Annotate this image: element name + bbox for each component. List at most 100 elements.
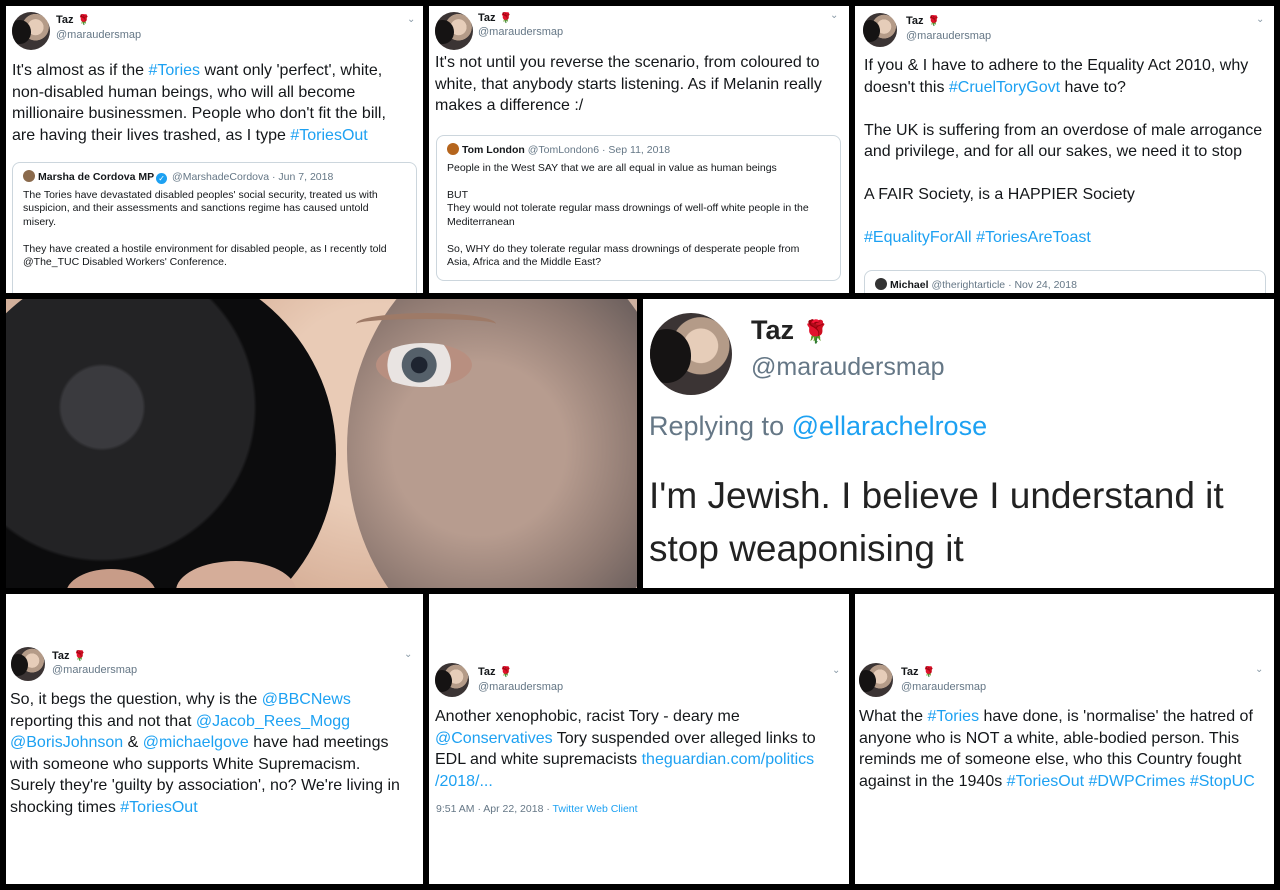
quote-line xyxy=(447,229,830,243)
tweet-line: #EqualityForAll #ToriesAreToast xyxy=(864,227,1262,249)
avatar[interactable] xyxy=(863,13,897,47)
hashtag-link[interactable]: @Conservatives xyxy=(435,730,553,747)
tweet-line xyxy=(864,98,1262,120)
verified-badge-icon: ✓ xyxy=(156,173,168,184)
avatar[interactable] xyxy=(859,663,893,697)
quoted-tweet[interactable]: Marsha de Cordova MP ✓ @MarshadeCordova ·… xyxy=(12,162,417,293)
tweet-text-segment: have done, is 'normalise' the hatred of xyxy=(979,708,1253,725)
chevron-down-icon[interactable]: ⌄ xyxy=(404,649,412,660)
quote-handle: @MarshadeCordova xyxy=(172,171,270,183)
hashtag-link[interactable]: @Jacob_Rees_Mogg xyxy=(196,713,350,730)
chevron-down-icon[interactable]: ⌄ xyxy=(407,14,415,25)
tweet-text-segment: The UK is suffering from an overdose of … xyxy=(864,121,1263,139)
tweet-line: and privilege, and for all our sakes, we… xyxy=(864,141,1262,163)
author-handle[interactable]: @maraudersmap xyxy=(478,26,563,38)
tweet-panel-6: Taz 🌹 @maraudersmap ⌄ What the #Tories ha… xyxy=(855,594,1274,884)
hashtag-link[interactable]: @BBCNews xyxy=(262,691,351,708)
author-handle[interactable]: @maraudersmap xyxy=(56,29,141,41)
hashtag-link[interactable]: #EqualityForAll xyxy=(864,229,972,246)
hashtag-link[interactable]: #ToriesAreToast xyxy=(976,229,1091,246)
avatar[interactable] xyxy=(435,12,473,50)
quote-line: @The_TUC Disabled Workers' Conference. xyxy=(23,256,227,268)
tweet-text-segment: reminds me of someone else, who this Cou… xyxy=(859,751,1242,768)
client-link[interactable]: Twitter Web Client xyxy=(553,803,638,815)
tweet-text-segment: non-disabled human beings, who will all … xyxy=(12,83,356,101)
tweet-line xyxy=(864,163,1262,185)
avatar[interactable] xyxy=(650,313,732,395)
tweet-panel-3: Taz 🌹 @maraudersmap ⌄ If you & I have to … xyxy=(855,6,1274,293)
author-name[interactable]: Taz 🌹 xyxy=(56,14,90,26)
hashtag-link[interactable]: @michaelgove xyxy=(143,734,249,751)
rose-icon: 🌹 xyxy=(499,13,512,24)
hashtag-link[interactable]: #DWPCrimes xyxy=(1089,773,1186,790)
tweet-text-segment: with someone who supports White Supremac… xyxy=(10,755,361,773)
hashtag-link[interactable]: theguardian.com/politics xyxy=(642,751,815,768)
tweet-line: Surely they're 'guilty by association', … xyxy=(10,775,400,797)
tweet-text: What the #Tories have done, is 'normalis… xyxy=(859,706,1255,792)
chevron-down-icon[interactable]: ⌄ xyxy=(1256,14,1264,25)
author-name[interactable]: Taz 🌹 xyxy=(478,12,512,24)
quoted-tweet[interactable]: Michael @therightarticle · Nov 24, 2018 xyxy=(864,270,1266,293)
tweet-text-segment: millionaire businessmen. People who don'… xyxy=(12,105,386,122)
tweet-panel-4: Taz 🌹 @maraudersmap ⌄ So, it begs the que… xyxy=(6,594,423,884)
tweet-line: millionaire businessmen. People who don'… xyxy=(12,103,386,125)
quote-line: Mediterranean xyxy=(447,215,515,228)
tweet-text-segment: It's not until you reverse the scenario,… xyxy=(435,54,820,71)
tweet-text-segment: EDL and white supremacists xyxy=(435,751,642,768)
tweet-line: white, that anybody starts listening. As… xyxy=(435,74,822,96)
quote-line: The Tories have devastated disabled peop… xyxy=(23,188,378,201)
tweet-line: makes a difference :/ xyxy=(435,95,822,117)
rose-icon: 🌹 xyxy=(73,651,86,662)
hashtag-link[interactable]: @BorisJohnson xyxy=(10,734,123,751)
tweet-line: /2018/... xyxy=(435,771,816,793)
hashtag-link[interactable]: #CruelToryGovt xyxy=(949,79,1060,96)
quote-line: People in the West SAY that we are all e… xyxy=(447,161,777,174)
avatar[interactable] xyxy=(11,647,45,681)
hashtag-link[interactable]: #ToriesOut xyxy=(120,799,197,816)
tweet-line: non-disabled human beings, who will all … xyxy=(12,82,386,104)
quoted-tweet[interactable]: Tom London @TomLondon6 · Sep 11, 2018 Pe… xyxy=(436,135,841,281)
author-handle[interactable]: @maraudersmap xyxy=(906,30,991,42)
zoomed-reply-tweet: Taz 🌹 @maraudersmap Replying to @ellarach… xyxy=(643,299,1274,588)
camera-lens-shape xyxy=(6,299,336,588)
tweet-text-segment: What the xyxy=(859,708,928,725)
quote-author-name: Marsha de Cordova MP xyxy=(38,171,155,183)
tweet-text-segment: Tory suspended over alleged links to xyxy=(552,729,816,747)
tweet-panel-5: Taz 🌹 @maraudersmap ⌄ Another xenophobic,… xyxy=(429,594,849,884)
tweet-line: @Conservatives Tory suspended over alleg… xyxy=(435,728,816,750)
tweet-text-segment: If you & I have to adhere to the Equalit… xyxy=(864,57,1249,74)
quote-avatar xyxy=(875,278,887,290)
quote-line: BUT xyxy=(447,188,468,201)
hashtag-link[interactable]: #ToriesOut xyxy=(290,127,367,144)
hashtag-link[interactable]: #StopUC xyxy=(1190,773,1255,790)
author-name[interactable]: Taz 🌹 xyxy=(901,666,935,678)
author-handle[interactable]: @maraudersmap xyxy=(901,681,986,693)
tweet-line: reporting this and not that @Jacob_Rees_… xyxy=(10,711,400,733)
tweet-line: The UK is suffering from an overdose of … xyxy=(864,120,1262,142)
author-name[interactable]: Taz 🌹 xyxy=(906,15,940,27)
hashtag-link[interactable]: #ToriesOut xyxy=(1007,773,1084,790)
tweet-line: EDL and white supremacists theguardian.c… xyxy=(435,749,816,771)
author-handle[interactable]: @maraudersmap xyxy=(52,664,137,676)
replying-to-link[interactable]: @ellarachelrose xyxy=(792,411,988,441)
avatar[interactable] xyxy=(435,663,469,697)
tweet-text-segment: have to? xyxy=(1060,78,1126,96)
hashtag-link[interactable]: /2018/... xyxy=(435,773,493,790)
rose-icon: 🌹 xyxy=(922,667,935,678)
author-name[interactable]: Taz 🌹 xyxy=(478,666,512,678)
author-name[interactable]: Taz 🌹 xyxy=(52,650,86,662)
chevron-down-icon[interactable]: ⌄ xyxy=(832,665,840,676)
tweet-text: Another xenophobic, racist Tory - deary … xyxy=(435,706,816,792)
hashtag-link[interactable]: #Tories xyxy=(927,708,979,725)
tweet-line: It's almost as if the #Tories want only … xyxy=(12,60,386,82)
author-name[interactable]: Taz 🌹 xyxy=(751,315,829,346)
hashtag-link[interactable]: #Tories xyxy=(148,62,200,79)
author-handle[interactable]: @maraudersmap xyxy=(478,681,563,693)
tweet-line: with someone who supports White Supremac… xyxy=(10,754,400,776)
quote-avatar xyxy=(447,143,459,155)
chevron-down-icon[interactable]: ⌄ xyxy=(1255,664,1263,675)
quote-handle: @therightarticle xyxy=(931,279,1006,291)
author-handle[interactable]: @maraudersmap xyxy=(751,353,945,382)
avatar[interactable] xyxy=(12,12,50,50)
chevron-down-icon[interactable]: ⌄ xyxy=(830,10,838,21)
